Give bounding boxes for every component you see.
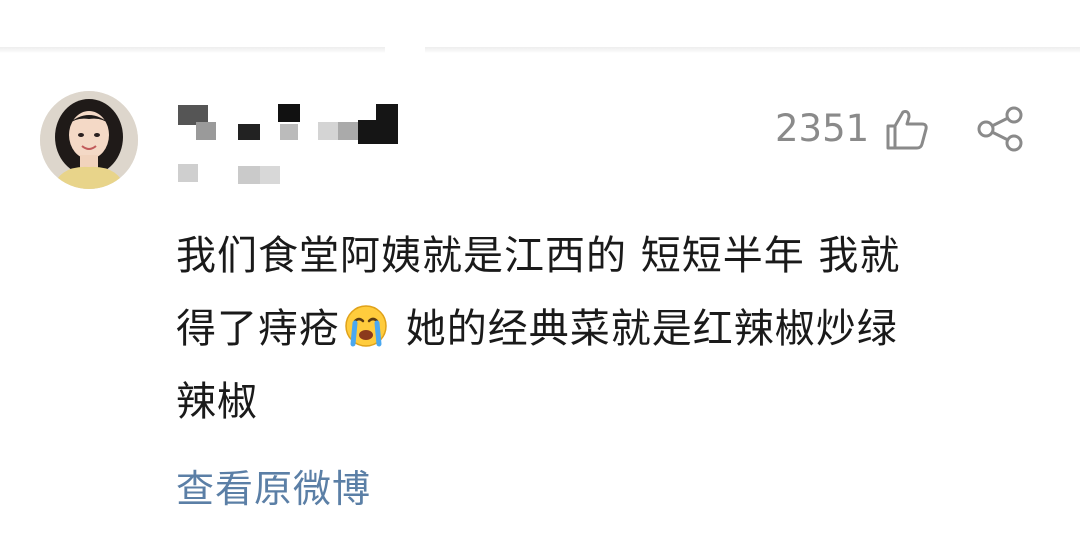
comment-line-1: 我们食堂阿姨就是江西的 短短半年 我就 <box>176 233 901 279</box>
comment-text: 我们食堂阿姨就是江西的 短短半年 我就 得了痔疮 她的经典菜就是红辣椒炒绿 辣椒 <box>176 220 1046 439</box>
avatar[interactable] <box>40 91 138 189</box>
comment-line-2-end: 她的经典菜就是红辣椒炒绿 <box>392 306 898 352</box>
comment-line-2-start: 得了痔疮 <box>176 306 340 352</box>
username-mosaic[interactable] <box>178 100 408 190</box>
view-original-link[interactable]: 查看原微博 <box>176 461 371 517</box>
top-divider <box>0 47 1080 53</box>
comment-line-3: 辣椒 <box>176 379 258 425</box>
crying-face-emoji <box>344 299 388 347</box>
thumbs-up-icon[interactable] <box>884 106 930 152</box>
comment-screen: 2351 我们食堂阿姨就是江西的 短短半年 我就 得了痔疮 她的经典菜就是红辣椒… <box>0 0 1080 548</box>
like-count: 2351 <box>775 107 870 150</box>
comment-line-2: 得了痔疮 她的经典菜就是红辣椒炒绿 <box>176 293 1046 366</box>
share-icon[interactable] <box>976 106 1026 152</box>
